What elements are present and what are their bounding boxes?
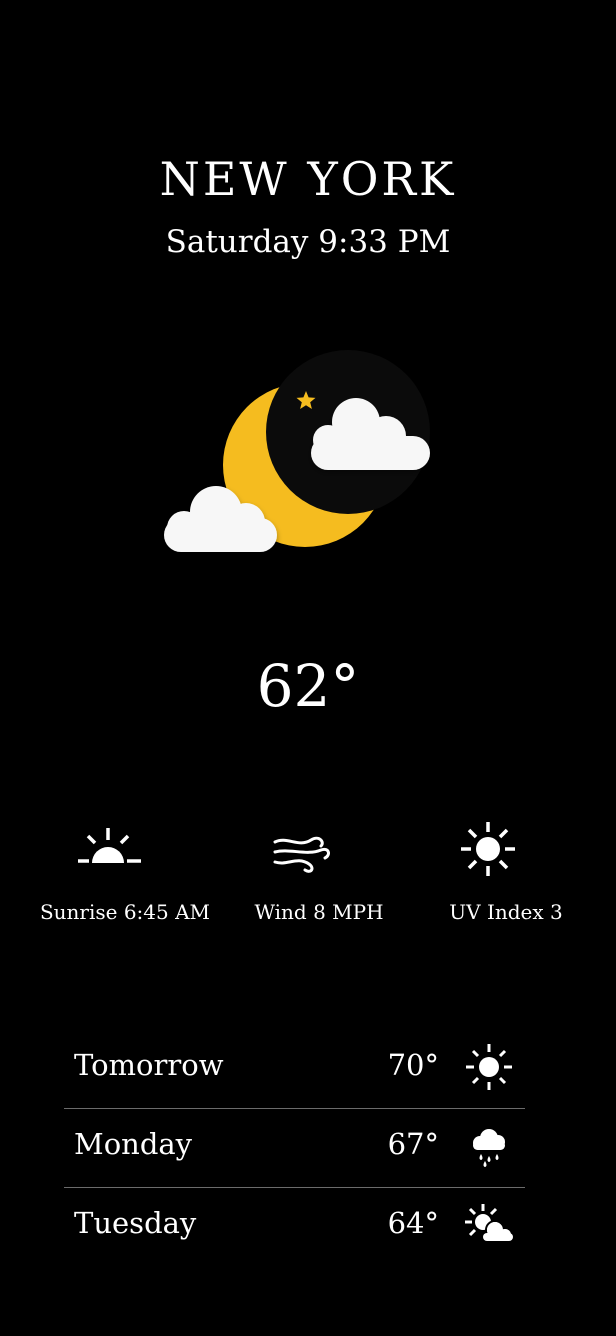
forecast-day: Monday (74, 1127, 193, 1161)
weather-screen: { "location": { "city": "NEW YORK", "dat… (0, 0, 616, 1336)
forecast-high: 67° (387, 1127, 439, 1161)
forecast-list: Tomorrow 70° Monday 67° Tuesday 64° (64, 1030, 525, 1266)
forecast-high: 70° (387, 1048, 439, 1082)
sun-icon (466, 1044, 512, 1090)
sunrise-label: Sunrise 6:45 AM (39, 900, 211, 924)
city-name: NEW YORK (159, 152, 457, 206)
rain-cloud-icon (473, 1129, 505, 1167)
wind-icon (273, 836, 330, 873)
forecast-row-tomorrow[interactable]: Tomorrow 70° (64, 1030, 525, 1108)
forecast-high: 64° (387, 1206, 439, 1240)
forecast-row-monday[interactable]: Monday 67° (64, 1108, 525, 1187)
sun-icon (461, 822, 515, 876)
crescent-moon-clouds-icon (164, 350, 430, 552)
forecast-row-tuesday[interactable]: Tuesday 64° (64, 1187, 525, 1266)
current-temperature: 62° (256, 652, 360, 720)
date-time: Saturday 9:33 PM (165, 224, 451, 260)
sunrise-icon (78, 828, 141, 863)
forecast-day: Tomorrow (74, 1048, 224, 1082)
partly-cloudy-icon (465, 1204, 513, 1243)
forecast-day: Tuesday (74, 1206, 197, 1240)
wind-label: Wind 8 MPH (254, 900, 384, 924)
uv-index-label: UV Index 3 (449, 900, 563, 924)
